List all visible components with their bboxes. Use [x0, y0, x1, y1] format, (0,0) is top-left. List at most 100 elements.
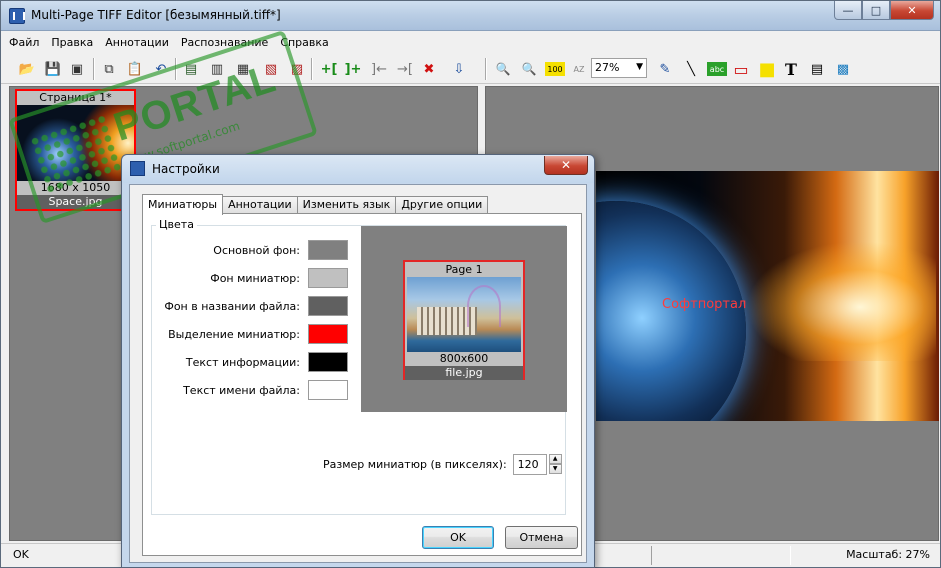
status-text: OK: [13, 548, 29, 561]
page-image: Софтпортал: [596, 171, 939, 421]
thumbnail-size-input[interactable]: 120: [512, 454, 547, 475]
toolbar-separator: [485, 58, 487, 80]
dialog-title-bar[interactable]: Настройки ✕: [122, 155, 594, 183]
color-label: Выделение миниатюр:: [168, 327, 300, 341]
ok-button[interactable]: OK: [422, 526, 494, 549]
text-box-icon[interactable]: abc: [707, 62, 727, 76]
color-settings: Основной фон: Фон миниатюр: Фон в назван…: [152, 226, 360, 412]
thumbnail-title: Страница 1*: [17, 91, 134, 105]
delete-icon[interactable]: ✖: [419, 59, 439, 79]
move-right-icon[interactable]: →[: [395, 59, 415, 79]
thumbnail-preview: Page 1 800x600 file.jpg: [361, 226, 567, 412]
page-c-icon[interactable]: ▦: [233, 59, 253, 79]
undo-icon[interactable]: ↶: [151, 59, 171, 79]
status-cell: [651, 546, 791, 565]
chevron-down-icon: ▼: [636, 62, 643, 72]
color-label: Фон миниатюр:: [210, 271, 300, 285]
text-icon[interactable]: T: [781, 59, 801, 79]
line-icon[interactable]: ╲: [681, 59, 701, 79]
thumbnails-tab-panel: Цвета Основной фон: Фон миниатюр: Фон в …: [142, 213, 582, 556]
color-row-filename-text: Текст имени файла:: [183, 380, 348, 400]
color-row-selection: Выделение миниатюр:: [168, 324, 348, 344]
zoom-out-icon[interactable]: 🔍: [493, 59, 513, 79]
save-icon[interactable]: 💾: [43, 59, 63, 79]
thumbnail-image: [17, 105, 134, 181]
preview-thumbnail: Page 1 800x600 file.jpg: [403, 260, 525, 380]
color-label: Фон в названии файла:: [164, 299, 300, 313]
spin-up-icon[interactable]: ▲: [548, 454, 562, 464]
tab-thumbnails[interactable]: Миниатюры: [142, 194, 224, 215]
zoom-value: 27%: [595, 61, 620, 74]
pen-icon[interactable]: ✎: [655, 59, 675, 79]
thumbnail-filename: Space.jpg: [17, 195, 134, 209]
color-swatch-selection[interactable]: [308, 324, 348, 344]
dialog-close-button[interactable]: ✕: [544, 156, 588, 175]
color-row-main-bg: Основной фон:: [213, 240, 348, 260]
app-icon: [9, 8, 25, 24]
minimize-button[interactable]: —: [834, 1, 862, 20]
open-icon[interactable]: 📂: [17, 59, 37, 79]
tab-annotations[interactable]: Аннотации: [222, 196, 298, 214]
menu-annotations[interactable]: Аннотации: [105, 36, 169, 49]
caption-buttons: — □ ✕: [834, 1, 934, 20]
spin-down-icon[interactable]: ▼: [548, 464, 562, 474]
image-glow: [746, 241, 936, 361]
zoom-in-icon[interactable]: 🔍: [519, 59, 539, 79]
page-e-icon[interactable]: ▨: [287, 59, 307, 79]
close-button[interactable]: ✕: [890, 1, 934, 20]
menu-help[interactable]: Справка: [280, 36, 328, 49]
color-swatch-thumb-bg[interactable]: [308, 268, 348, 288]
paste-icon[interactable]: 📋: [125, 59, 145, 79]
preview-filename: file.jpg: [405, 366, 523, 380]
page-a-icon[interactable]: ▤: [181, 59, 201, 79]
move-left-icon[interactable]: ]←: [369, 59, 389, 79]
tab-language[interactable]: Изменить язык: [296, 196, 397, 214]
toolbar: 📂 💾 ▣ ⧉ 📋 ↶ ▤ ▥ ▦ ▧ ▨ +[ ]+ ]← →[ ✖ ⇩ 🔍 …: [1, 54, 940, 84]
preview-info: 800x600: [439, 352, 489, 365]
toolbar-separator: [93, 58, 95, 80]
preview-image: [407, 277, 521, 352]
thumbnail-size-label: Размер миниатюр (в пикселях):: [323, 458, 507, 471]
thumbnail-size-row: Размер миниатюр (в пикселях): 120 ▲ ▼: [323, 454, 562, 475]
page-b-icon[interactable]: ▥: [207, 59, 227, 79]
scan-icon[interactable]: ▣: [67, 59, 87, 79]
menu-recognition[interactable]: Распознавание: [181, 36, 268, 49]
thumbnail-size-spinner: ▲ ▼: [548, 454, 562, 475]
image-caption: Софтпортал: [662, 297, 747, 312]
thumbnail-info: 1680 x 1050: [17, 181, 134, 195]
copy-icon[interactable]: ⧉: [99, 59, 119, 79]
tab-strip: Миниатюры Аннотации Изменить язык Другие…: [142, 194, 489, 215]
window-title: Multi-Page TIFF Editor [безымянный.tiff*…: [31, 8, 281, 22]
image-icon[interactable]: ▩: [833, 59, 853, 79]
filled-rectangle-icon[interactable]: ■: [757, 59, 777, 80]
dialog-app-icon: [130, 161, 145, 176]
settings-dialog: Настройки ✕ Миниатюры Аннотации Изменить…: [121, 154, 595, 568]
toolbar-separator: [175, 58, 177, 80]
dialog-body: Миниатюры Аннотации Изменить язык Другие…: [129, 184, 587, 563]
page-thumbnail[interactable]: Страница 1* 1680 x 1050 Space.jpg: [15, 89, 136, 211]
color-label: Текст имени файла:: [183, 383, 300, 397]
color-swatch-filename-text[interactable]: [308, 380, 348, 400]
rectangle-icon[interactable]: ▭: [731, 59, 751, 79]
menu-edit[interactable]: Правка: [51, 36, 93, 49]
export-icon[interactable]: ⇩: [449, 59, 469, 79]
page-d-icon[interactable]: ▧: [261, 59, 281, 79]
color-swatch-info-text[interactable]: [308, 352, 348, 372]
zoom-100-icon[interactable]: 100: [545, 62, 565, 76]
color-swatch-main-bg[interactable]: [308, 240, 348, 260]
append-page-icon[interactable]: ]+: [343, 59, 363, 79]
menu-bar: Файл Правка Аннотации Распознавание Спра…: [1, 32, 940, 53]
color-row-filename-bg: Фон в названии файла:: [164, 296, 348, 316]
note-icon[interactable]: ▤: [807, 59, 827, 79]
color-row-thumb-bg: Фон миниатюр:: [210, 268, 348, 288]
cancel-button[interactable]: Отмена: [505, 526, 578, 549]
color-row-info-text: Текст информации:: [186, 352, 348, 372]
tab-other-options[interactable]: Другие опции: [395, 196, 489, 214]
zoom-select[interactable]: 27% ▼: [591, 58, 647, 78]
menu-file[interactable]: Файл: [9, 36, 39, 49]
title-bar[interactable]: Multi-Page TIFF Editor [безымянный.tiff*…: [1, 1, 940, 31]
zoom-fit-icon[interactable]: AZ: [569, 59, 589, 79]
maximize-button[interactable]: □: [862, 1, 890, 20]
color-swatch-filename-bg[interactable]: [308, 296, 348, 316]
insert-page-icon[interactable]: +[: [319, 59, 339, 79]
